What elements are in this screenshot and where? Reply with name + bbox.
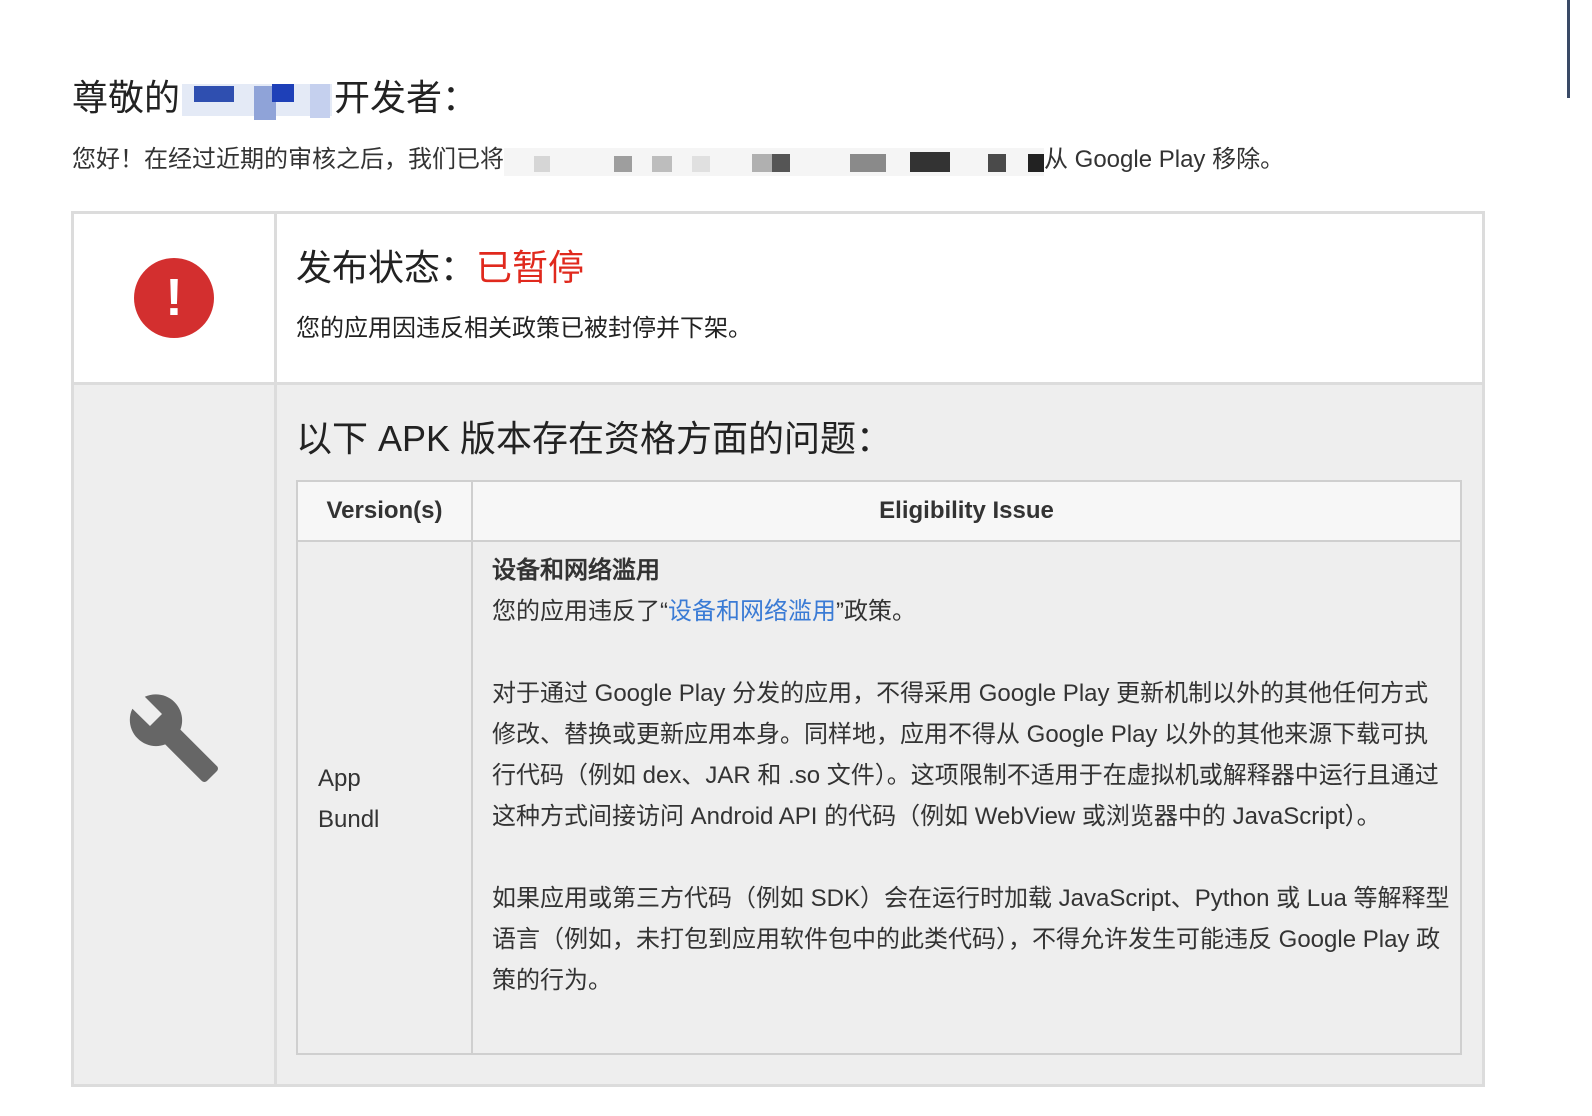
status-title: 发布状态：已暂停 (296, 244, 584, 292)
status-icon-cell: ! (74, 214, 277, 382)
header-eligibility-issue: Eligibility Issue (879, 497, 1054, 524)
table-cell-issue: 设备和网络滥用 您的应用违反了“设备和网络滥用”政策。 对于通过 Google … (492, 550, 1452, 1001)
version-line-2: Bundl (318, 806, 380, 833)
greeting-prefix: 尊敬的 (72, 77, 181, 118)
header-versions: Version(s) (326, 497, 443, 524)
scrollbar-edge (1567, 0, 1570, 98)
column-divider (471, 482, 473, 1053)
issue-heading: 以下 APK 版本存在资格方面的问题： (296, 418, 893, 459)
intro-suffix: 从 Google Play 移除。 (1044, 146, 1285, 173)
redacted-developer-name (182, 80, 333, 121)
table-cell-version: App Bundl (318, 758, 468, 840)
violation-suffix: ”政策。 (836, 598, 916, 625)
greeting-suffix: 开发者： (334, 77, 479, 118)
status-description: 您的应用因违反相关政策已被封停并下架。 (296, 315, 752, 342)
violation-line: 您的应用违反了“设备和网络滥用”政策。 (492, 591, 1452, 632)
issue-paragraph-1: 对于通过 Google Play 分发的应用，不得采用 Google Play … (492, 680, 1439, 830)
table-header-row: Version(s) Eligibility Issue (298, 482, 1460, 542)
wrench-icon (129, 694, 218, 782)
notice-panel: ! 发布状态：已暂停 您的应用因违反相关政策已被封停并下架。 以下 APK 版本… (71, 211, 1485, 1087)
intro-line: 您好！在经过近期的审核之后，我们已将 从 Google Play 移除。 (72, 140, 1284, 180)
status-label: 发布状态： (296, 247, 477, 288)
status-value: 已暂停 (476, 247, 585, 288)
issue-paragraph-2: 如果应用或第三方代码（例如 SDK）会在运行时加载 JavaScript、Pyt… (492, 885, 1450, 994)
issue-icon-cell (74, 385, 277, 1084)
email-page: 尊敬的 开发者： 您好！在经过近期的审核之后，我们已将 从 Google Pla… (0, 0, 1592, 1116)
violation-prefix: 您的应用违反了“ (492, 598, 668, 625)
redacted-app-name (504, 146, 1044, 176)
header-column-divider (471, 482, 473, 540)
policy-link[interactable]: 设备和网络滥用 (668, 598, 836, 625)
version-line-1: App (318, 765, 361, 792)
issue-title: 设备和网络滥用 (492, 557, 660, 584)
status-row: ! 发布状态：已暂停 您的应用因违反相关政策已被封停并下架。 (74, 214, 1482, 385)
intro-prefix: 您好！在经过近期的审核之后，我们已将 (72, 146, 504, 173)
alert-icon: ! (134, 258, 214, 338)
issue-row: 以下 APK 版本存在资格方面的问题： Version(s) Eligibili… (74, 385, 1482, 1084)
eligibility-table: Version(s) Eligibility Issue App Bundl 设… (296, 480, 1462, 1055)
greeting-line: 尊敬的 开发者： (72, 72, 478, 124)
